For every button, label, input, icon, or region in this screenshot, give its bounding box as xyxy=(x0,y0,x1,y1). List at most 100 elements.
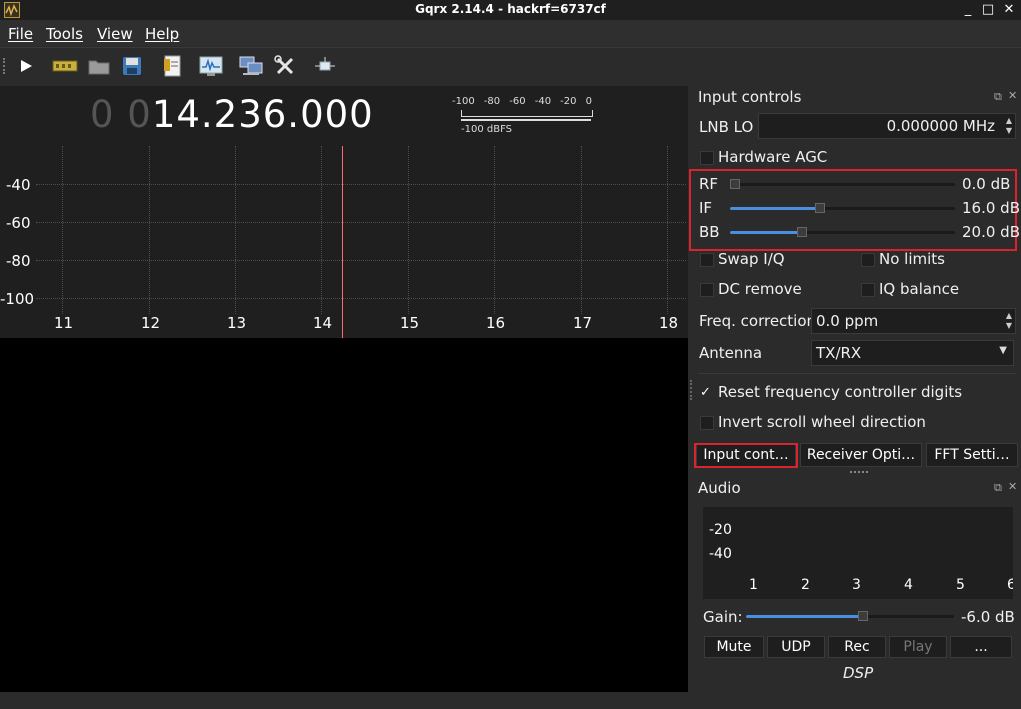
freq-correction-spinbox[interactable]: 0.0 ppm ▲ ▼ xyxy=(811,308,1016,334)
meter-tick-label: -100 xyxy=(452,96,475,107)
invert-scroll-checkbox[interactable] xyxy=(700,416,714,430)
waterfall-display[interactable] xyxy=(0,338,688,692)
freq-correction-label: Freq. correction xyxy=(699,312,817,330)
more-options-button[interactable]: ... xyxy=(950,636,1012,658)
no-limits-checkbox[interactable] xyxy=(861,253,875,267)
grid-line xyxy=(581,146,582,314)
meter-tick-label: 0 xyxy=(585,96,592,107)
freq-correction-value: 0.0 ppm xyxy=(816,312,879,330)
rf-gain-handle[interactable] xyxy=(730,179,740,189)
grid-line xyxy=(321,146,322,314)
grid-line xyxy=(408,146,409,314)
status-bar xyxy=(0,692,1021,709)
bb-gain-fill xyxy=(730,231,801,234)
bb-gain-handle[interactable] xyxy=(797,227,807,237)
separator xyxy=(698,373,1016,374)
spin-arrows-icon[interactable]: ▲ ▼ xyxy=(1006,116,1012,136)
grid-line xyxy=(36,260,686,261)
audio-x-label: 1 xyxy=(749,577,758,593)
close-button[interactable]: ✕ xyxy=(1001,2,1017,18)
chevron-down-icon: ▼ xyxy=(999,345,1007,356)
toolbar-grip[interactable] xyxy=(3,58,9,74)
if-gain-value: 16.0 dB xyxy=(962,199,1020,217)
hardware-agc-checkbox[interactable] xyxy=(700,151,714,165)
no-limits-label: No limits xyxy=(879,250,945,268)
grid-line xyxy=(36,298,686,299)
audio-gain-handle[interactable] xyxy=(858,611,868,621)
input-controls-title: Input controls xyxy=(698,88,802,106)
grid-line xyxy=(667,146,668,314)
menu-help[interactable]: Help xyxy=(145,25,179,43)
dc-remove-label: DC remove xyxy=(718,280,802,298)
rf-gain-slider[interactable] xyxy=(730,183,955,186)
spectrum-icon[interactable] xyxy=(197,53,225,79)
audio-y-label: -20 xyxy=(709,522,732,538)
swap-iq-label: Swap I/Q xyxy=(718,250,785,268)
tab-fft-settings[interactable]: FFT Setti… xyxy=(926,443,1018,467)
rec-button[interactable]: Rec xyxy=(828,636,886,658)
x-axis-label: 18 xyxy=(659,314,679,332)
x-axis-label: 16 xyxy=(486,314,506,332)
meter-tick-label: -40 xyxy=(534,96,552,107)
menu-tools[interactable]: Tools xyxy=(46,25,83,43)
menu-view[interactable]: View xyxy=(97,25,133,43)
hardware-icon[interactable] xyxy=(51,53,79,79)
spin-arrows-icon[interactable]: ▲ ▼ xyxy=(1006,311,1012,331)
settings-tools-icon[interactable] xyxy=(271,53,299,79)
if-gain-handle[interactable] xyxy=(815,203,825,213)
splitter-handle[interactable] xyxy=(690,380,695,400)
grid-line xyxy=(62,146,63,314)
grid-line xyxy=(36,184,686,185)
minimize-button[interactable]: _ xyxy=(960,2,976,18)
notes-icon[interactable] xyxy=(158,53,186,79)
grid-line xyxy=(494,146,495,314)
audio-fft-plot[interactable]: -20 -40 1 2 3 4 5 6 xyxy=(703,507,1013,599)
grid-line xyxy=(36,222,686,223)
play-button[interactable]: Play xyxy=(889,636,947,658)
x-axis-label: 14 xyxy=(313,314,333,332)
meter-scale xyxy=(461,110,593,117)
dock-float-icon[interactable]: ⧉ xyxy=(994,481,1002,495)
dock-close-icon[interactable]: ✕ xyxy=(1008,480,1017,493)
save-icon[interactable] xyxy=(118,53,146,79)
open-folder-icon[interactable] xyxy=(85,53,113,79)
frequency-display[interactable]: 0 014.236.000 xyxy=(90,93,374,136)
reset-digits-label: Reset frequency controller digits xyxy=(718,383,963,401)
fft-plot[interactable] xyxy=(0,146,688,338)
audio-gain-label: Gain: xyxy=(703,608,743,626)
if-gain-fill xyxy=(730,207,820,210)
udp-button[interactable]: UDP xyxy=(767,636,825,658)
dock-close-icon[interactable]: ✕ xyxy=(1008,89,1017,102)
remote-control-icon[interactable] xyxy=(237,53,265,79)
audio-x-label: 4 xyxy=(904,577,913,593)
iq-balance-checkbox[interactable] xyxy=(861,283,875,297)
antenna-label: Antenna xyxy=(699,344,763,362)
audio-x-label: 5 xyxy=(956,577,965,593)
dc-remove-checkbox[interactable] xyxy=(700,283,714,297)
tab-receiver-options[interactable]: Receiver Opti… xyxy=(800,443,922,467)
swap-iq-checkbox[interactable] xyxy=(700,253,714,267)
signal-meter: -100 -80 -60 -40 -20 0 -100 dBFS xyxy=(452,96,593,136)
mute-button[interactable]: Mute xyxy=(704,636,764,658)
y-axis-label: -60 xyxy=(6,214,31,232)
hardware-agc-label: Hardware AGC xyxy=(718,148,828,166)
frequency-leading-digits: 0 0 xyxy=(90,93,152,136)
reset-digits-checkbox[interactable]: ✓ xyxy=(700,385,711,400)
center-icon[interactable] xyxy=(311,53,339,79)
lnb-lo-label: LNB LO xyxy=(699,118,754,136)
x-axis-label: 13 xyxy=(227,314,247,332)
meter-tick-label: -20 xyxy=(560,96,577,107)
play-icon[interactable] xyxy=(12,53,40,79)
menu-file[interactable]: File xyxy=(8,25,33,43)
dock-resize-handle[interactable] xyxy=(850,471,868,476)
center-frequency-marker[interactable] xyxy=(342,146,343,338)
x-axis-label: 17 xyxy=(573,314,593,332)
antenna-select[interactable]: TX/RX ▼ xyxy=(811,340,1014,366)
audio-gain-fill xyxy=(746,615,862,618)
invert-scroll-label: Invert scroll wheel direction xyxy=(718,413,926,431)
y-axis-label: -80 xyxy=(6,252,31,270)
maximize-button[interactable]: □ xyxy=(980,2,996,18)
lnb-lo-spinbox[interactable]: 0.000000 MHz ▲ ▼ xyxy=(758,113,1016,139)
audio-x-label: 3 xyxy=(852,577,861,593)
dock-float-icon[interactable]: ⧉ xyxy=(994,90,1002,104)
